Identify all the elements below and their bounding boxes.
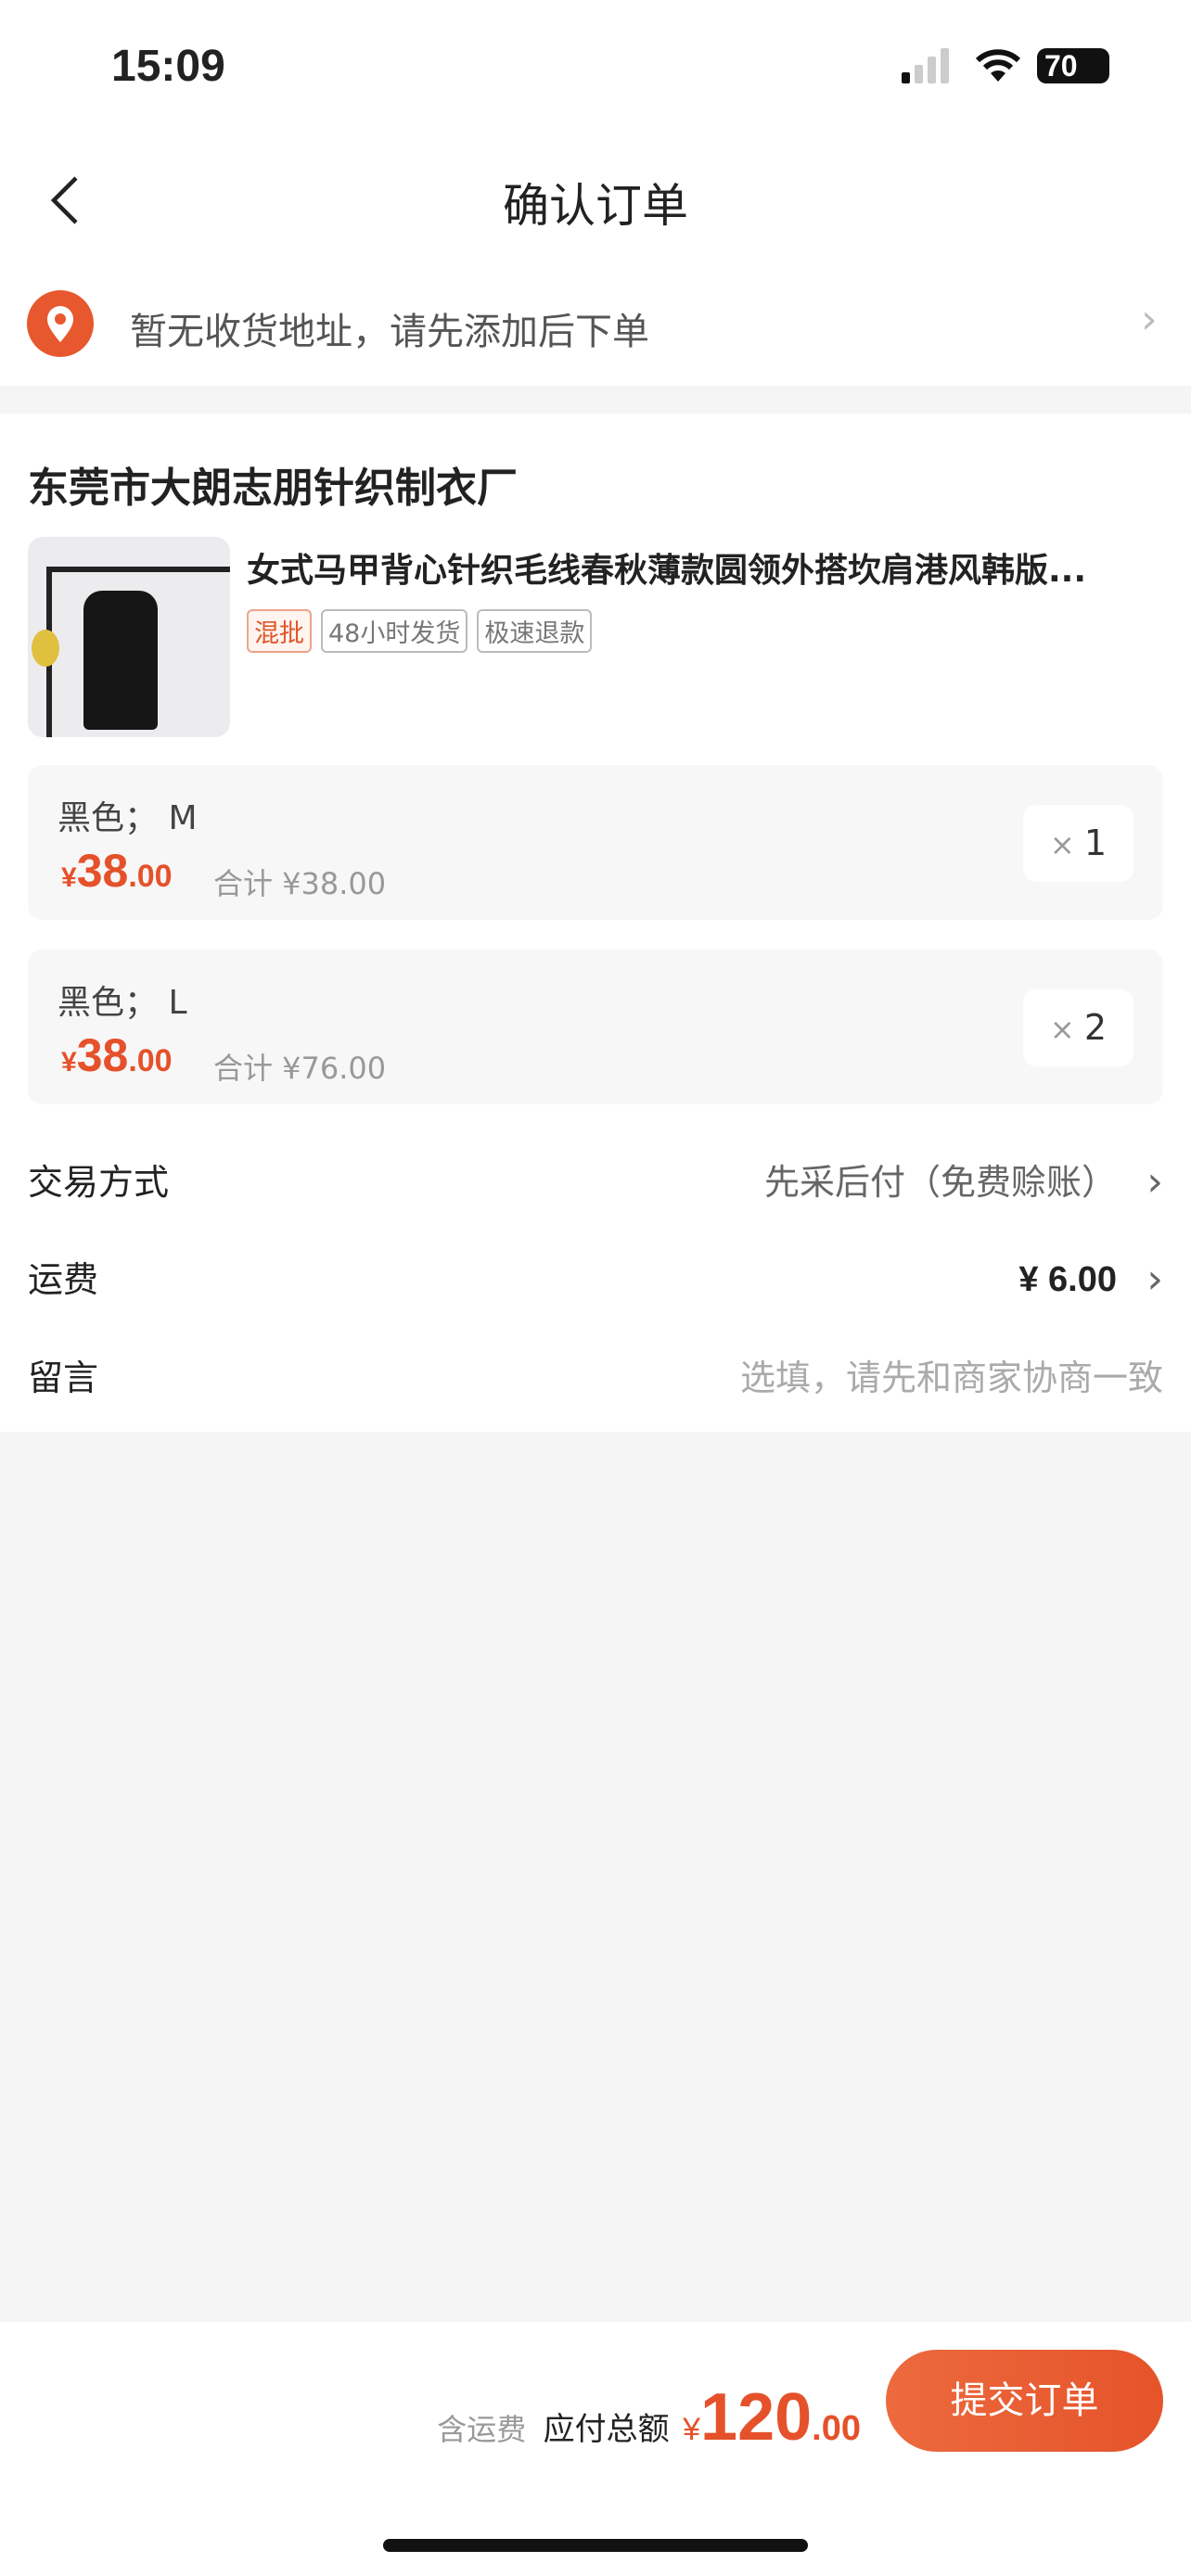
wifi-icon bbox=[975, 49, 1021, 82]
shop-name[interactable]: 东莞市大朗志朋针织制衣厂 bbox=[28, 454, 518, 514]
message-row[interactable]: 留言 选填，请先和商家协商一致 bbox=[28, 1336, 1163, 1420]
shipping-label: 运费 bbox=[28, 1259, 99, 1300]
battery-icon: 70 bbox=[1037, 48, 1109, 83]
chevron-right-icon: › bbox=[1146, 1158, 1163, 1205]
nav-bar: 确认订单 bbox=[0, 139, 1191, 262]
quantity-stepper[interactable]: × 1 bbox=[1023, 805, 1133, 882]
sku-item: 黑色； M ¥38.00 合计 ¥38.00 × 1 bbox=[28, 765, 1163, 920]
shipping-value: ¥ 6.00 bbox=[1018, 1260, 1117, 1299]
sku-spec: 黑色； L bbox=[58, 984, 187, 1022]
message-label: 留言 bbox=[28, 1358, 99, 1398]
address-placeholder: 暂无收货地址，请先添加后下单 bbox=[130, 311, 649, 353]
signal-icon bbox=[902, 48, 949, 83]
tag-mixed-batch: 混批 bbox=[247, 609, 312, 653]
sku-price: ¥38.00 bbox=[61, 1029, 173, 1081]
trade-method-label: 交易方式 bbox=[28, 1162, 170, 1203]
sku-item: 黑色； L ¥38.00 合计 ¥76.00 × 2 bbox=[28, 950, 1163, 1104]
sku-subtotal: 合计 ¥76.00 bbox=[213, 1051, 387, 1086]
chevron-right-icon: › bbox=[1141, 296, 1158, 343]
tag-48h-shipping: 48小时发货 bbox=[321, 609, 468, 653]
tag-fast-refund: 极速退款 bbox=[477, 609, 593, 653]
total-amount: 120 bbox=[700, 2380, 813, 2455]
quantity-stepper[interactable]: × 2 bbox=[1023, 989, 1133, 1066]
shipping-row[interactable]: 运费 ¥ 6.00 › bbox=[28, 1238, 1163, 1321]
product-tags: 混批 48小时发货 极速退款 bbox=[247, 609, 601, 653]
status-bar: 15:09 70 bbox=[0, 0, 1191, 139]
sku-subtotal: 合计 ¥38.00 bbox=[213, 866, 387, 901]
address-row[interactable]: 暂无收货地址，请先添加后下单 › bbox=[0, 262, 1191, 386]
location-icon bbox=[27, 290, 94, 357]
chevron-right-icon: › bbox=[1146, 1256, 1163, 1303]
total-summary: 含运费 应付总额 ¥120.00 bbox=[437, 2380, 861, 2455]
home-indicator bbox=[383, 2539, 808, 2552]
trade-method-row[interactable]: 交易方式 先采后付（免费赊账） › bbox=[28, 1141, 1163, 1224]
status-time: 15:09 bbox=[111, 42, 225, 91]
order-card: 东莞市大朗志朋针织制衣厂 女式马甲背心针织毛线春秋薄款圆领外搭坎肩港风韩版...… bbox=[0, 414, 1191, 1432]
submit-order-button[interactable]: 提交订单 bbox=[886, 2350, 1163, 2452]
message-input[interactable]: 选填，请先和商家协商一致 bbox=[740, 1336, 1163, 1420]
product-title[interactable]: 女式马甲背心针织毛线春秋薄款圆领外搭坎肩港风韩版... bbox=[247, 543, 1156, 592]
product-image[interactable] bbox=[28, 537, 230, 737]
sku-price: ¥38.00 bbox=[61, 845, 173, 897]
page-title: 确认订单 bbox=[503, 179, 688, 233]
sku-spec: 黑色； M bbox=[58, 799, 198, 837]
trade-method-value: 先采后付（免费赊账） bbox=[763, 1162, 1117, 1203]
